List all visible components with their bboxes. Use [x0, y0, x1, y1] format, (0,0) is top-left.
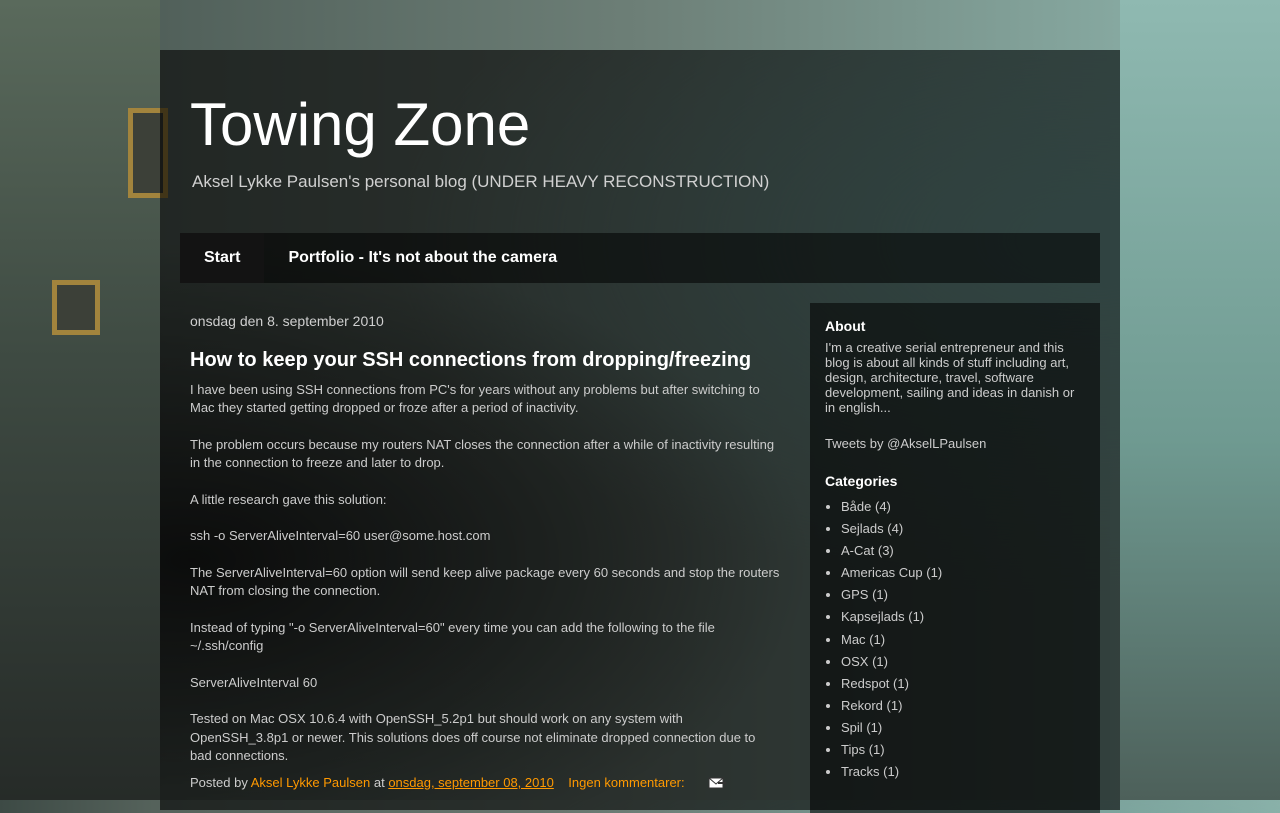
category-count: (4): [887, 521, 904, 537]
category-count: (1): [926, 565, 943, 581]
email-post-icon[interactable]: [708, 776, 727, 795]
blog-title[interactable]: Towing Zone: [190, 90, 530, 160]
category-link[interactable]: Rekord: [841, 698, 883, 713]
post-paragraph: A little research gave this solution:: [190, 491, 387, 507]
category-count: (1): [872, 587, 888, 603]
post-paragraph: The problem occurs because my routers NA…: [190, 436, 775, 471]
post-paragraph: The ServerAliveInterval=60 option will s…: [190, 564, 780, 599]
category-item: Rekord (1): [841, 695, 1087, 717]
sidebar: About I'm a creative serial entrepreneur…: [810, 303, 1100, 813]
category-count: (1): [872, 653, 888, 669]
category-item: Tips (1): [841, 739, 1087, 761]
category-item: Redspot (1): [841, 673, 1087, 695]
category-link[interactable]: Kapsejlads: [841, 609, 905, 624]
author-link[interactable]: Aksel Lykke Paulsen: [251, 775, 370, 790]
category-item: A-Cat (3): [841, 540, 1087, 562]
comments-link[interactable]: Ingen kommentarer:: [568, 775, 684, 790]
category-item: OSX (1): [841, 651, 1087, 673]
post-paragraph: Tested on Mac OSX 10.6.4 with OpenSSH_5.…: [190, 711, 756, 763]
category-count: (4): [875, 499, 891, 514]
category-count: (1): [866, 719, 883, 735]
category-link[interactable]: Tips: [841, 742, 865, 757]
category-link[interactable]: A-Cat: [841, 543, 874, 558]
category-item: Spil (1): [841, 717, 1087, 739]
page-tabs: Start Portfolio - It's not about the cam…: [180, 233, 1100, 283]
category-link[interactable]: Americas Cup: [841, 565, 923, 580]
main-column: onsdag den 8. september 2010 How to keep…: [190, 312, 780, 784]
post-footer: Posted by Aksel Lykke Paulsen at onsdag,…: [190, 774, 727, 795]
category-count: (1): [908, 609, 925, 625]
category-link[interactable]: Både: [841, 499, 871, 514]
category-item: Sejlads (4): [841, 518, 1087, 540]
category-count: (1): [869, 631, 886, 647]
background-wall-right: [1120, 0, 1280, 800]
category-count: (1): [883, 764, 900, 780]
post-timestamp-link[interactable]: onsdag, september 08, 2010: [388, 775, 554, 790]
category-link[interactable]: Redspot: [841, 676, 889, 691]
post-body: I have been using SSH connections from P…: [190, 381, 780, 765]
tweets-link[interactable]: Tweets by @AkselLPaulsen: [825, 436, 1087, 451]
category-count: (1): [868, 742, 885, 758]
background-picture-frame: [52, 280, 100, 335]
category-count: (3): [877, 543, 894, 559]
blog-description: Aksel Lykke Paulsen's personal blog (UND…: [192, 172, 770, 191]
at-label: at: [373, 775, 385, 790]
category-item: Både (4): [841, 496, 1087, 518]
post-code-line: ServerAliveInterval 60: [190, 674, 318, 690]
post-title[interactable]: How to keep your SSH connections from dr…: [190, 348, 780, 372]
category-link[interactable]: Sejlads: [841, 521, 884, 536]
category-link[interactable]: GPS: [841, 587, 868, 602]
posted-by-label: Posted by: [190, 775, 248, 790]
tab-portfolio[interactable]: Portfolio - It's not about the camera: [264, 233, 581, 283]
category-item: Mac (1): [841, 629, 1087, 651]
category-link[interactable]: Tracks: [841, 764, 880, 779]
category-item: Kapsejlads (1): [841, 606, 1087, 628]
about-text: I'm a creative serial entrepreneur and t…: [825, 340, 1075, 415]
category-count: (1): [893, 675, 909, 691]
post-paragraph: I have been using SSH connections from P…: [190, 382, 760, 416]
post-code-line: ssh -o ServerAliveInterval=60 user@some.…: [190, 528, 491, 544]
post-paragraph: Instead of typing "-o ServerAliveInterva…: [190, 619, 715, 654]
category-link[interactable]: Mac: [841, 632, 866, 647]
categories-list: Både (4) Sejlads (4) A-Cat (3) Americas …: [825, 496, 1087, 783]
background-wall-top: [160, 0, 1120, 50]
about-heading: About: [825, 318, 866, 334]
category-item: Tracks (1): [841, 761, 1087, 783]
blog-outer-wrapper: Towing Zone Aksel Lykke Paulsen's person…: [160, 50, 1120, 813]
category-item: Americas Cup (1): [841, 562, 1087, 584]
category-item: GPS (1): [841, 584, 1087, 606]
tab-start[interactable]: Start: [180, 233, 265, 283]
post-date-header: onsdag den 8. september 2010: [190, 313, 384, 329]
category-link[interactable]: OSX: [841, 654, 868, 669]
category-link[interactable]: Spil: [841, 720, 863, 735]
category-count: (1): [886, 697, 903, 713]
categories-heading: Categories: [825, 473, 898, 489]
